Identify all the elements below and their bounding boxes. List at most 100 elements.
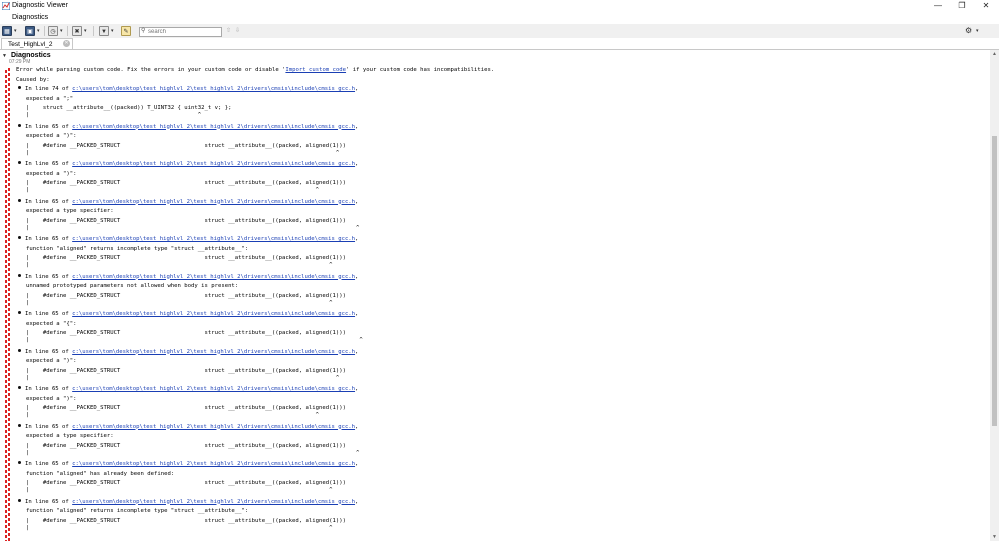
highlight-icon[interactable]: ✎	[121, 26, 131, 36]
code-gutter: |	[26, 299, 43, 306]
caret-line: | ^	[26, 225, 359, 231]
location-suffix: ,	[355, 236, 359, 242]
chevron-down-icon[interactable]: ▾	[84, 27, 87, 35]
vertical-scrollbar[interactable]: ▲ ▼	[990, 50, 999, 541]
code-gutter: |	[26, 337, 43, 343]
file-path-link[interactable]: c:\users\tom\desktop\test_highlvl_2\test…	[72, 124, 355, 130]
scroll-up-icon[interactable]: ▲	[990, 50, 999, 58]
caret-marker: ^	[42, 487, 333, 493]
error-description: function "aligned" returns incomplete ty…	[26, 508, 249, 514]
code-snippet: struct __attribute__((packed)) T_UINT32 …	[42, 105, 232, 111]
file-path-link[interactable]: c:\users\tom\desktop\test_highlvl_2\test…	[72, 386, 355, 392]
file-path-link[interactable]: c:\users\tom\desktop\test_highlvl_2\test…	[72, 161, 355, 167]
code-gutter: |	[26, 367, 43, 374]
chevron-down-icon[interactable]: ▾	[37, 27, 40, 35]
error-location: In line 65 of c:\users\tom\desktop\test_…	[18, 423, 358, 430]
chevron-down-icon[interactable]: ▾	[14, 27, 17, 35]
tab-strip: Test_HighLvl_2 ✕	[0, 38, 999, 50]
previous-match-icon[interactable]: ⇧	[226, 27, 231, 35]
location-suffix: ,	[355, 198, 359, 205]
chevron-down-icon[interactable]: ▼	[2, 53, 7, 59]
location-suffix: ,	[355, 161, 359, 167]
gear-icon[interactable]: ⚙	[965, 26, 972, 36]
message-text: ' if your custom code has incompatibilit…	[346, 67, 495, 73]
code-gutter: |	[26, 105, 43, 111]
chevron-down-icon[interactable]: ▾	[976, 27, 979, 35]
caused-by-label: Caused by:	[16, 77, 50, 83]
file-path-link[interactable]: c:\users\tom\desktop\test_highlvl_2\test…	[72, 424, 355, 430]
file-path-link[interactable]: c:\users\tom\desktop\test_highlvl_2\test…	[72, 499, 355, 505]
filter-icon[interactable]: ▼	[99, 26, 109, 36]
caret-line: | ^	[26, 187, 319, 193]
minimize-button[interactable]: —	[926, 0, 950, 12]
location-prefix: In line 65 of	[25, 236, 73, 242]
code-line: | #define __PACKED_STRUCT struct __attri…	[26, 180, 346, 186]
file-path-link[interactable]: c:\users\tom\desktop\test_highlvl_2\test…	[72, 199, 355, 205]
file-path-link[interactable]: c:\users\tom\desktop\test_highlvl_2\test…	[72, 349, 355, 355]
file-path-link[interactable]: c:\users\tom\desktop\test_highlvl_2\test…	[72, 236, 355, 242]
file-path-link[interactable]: c:\users\tom\desktop\test_highlvl_2\test…	[72, 311, 355, 317]
close-window-button[interactable]: ✕	[974, 0, 998, 12]
next-match-icon[interactable]: ⇩	[235, 27, 240, 35]
bullet-icon	[18, 273, 21, 277]
code-gutter: |	[26, 374, 43, 381]
chevron-down-icon[interactable]: ▾	[111, 27, 114, 35]
bullet-icon	[18, 198, 21, 202]
caret-line: | ^	[26, 487, 332, 493]
location-suffix: ,	[355, 386, 359, 392]
code-line: | #define __PACKED_STRUCT struct __attri…	[26, 443, 346, 449]
code-gutter: |	[26, 187, 43, 193]
location-prefix: In line 65 of	[25, 348, 73, 355]
error-location: In line 74 of c:\users\tom\desktop\test_…	[18, 86, 358, 92]
error-location: In line 65 of c:\users\tom\desktop\test_…	[18, 386, 358, 392]
toolbar-divider	[93, 26, 94, 36]
location-prefix: In line 74 of	[25, 86, 73, 92]
search-input[interactable]	[148, 28, 218, 36]
chevron-down-icon[interactable]: ▾	[60, 27, 63, 35]
code-gutter: |	[26, 412, 43, 418]
import-custom-code-link[interactable]: Import custom code	[285, 67, 346, 73]
location-suffix: ,	[355, 273, 359, 280]
app-icon	[2, 2, 10, 10]
caret-marker: ^	[42, 374, 340, 381]
table-view-icon[interactable]: ▦	[2, 26, 12, 36]
bullet-icon	[18, 86, 21, 89]
code-snippet: #define __PACKED_STRUCT struct __attribu…	[42, 405, 346, 411]
close-icon[interactable]: ✕	[63, 40, 70, 47]
file-path-link[interactable]: c:\users\tom\desktop\test_highlvl_2\test…	[72, 86, 355, 92]
file-path-link[interactable]: c:\users\tom\desktop\test_highlvl_2\test…	[72, 274, 355, 280]
tab-test-highlvl-2[interactable]: Test_HighLvl_2 ✕	[1, 38, 73, 49]
group-timestamp: 07:29 PM	[9, 59, 31, 65]
save-icon[interactable]: ▣	[25, 26, 35, 36]
caret-marker: ^	[42, 412, 319, 418]
scroll-down-icon[interactable]: ▼	[990, 533, 999, 541]
caret-marker: ^	[42, 299, 333, 306]
location-suffix: ,	[355, 348, 359, 355]
error-location: In line 65 of c:\users\tom\desktop\test_…	[18, 498, 358, 505]
code-snippet: #define __PACKED_STRUCT struct __attribu…	[42, 442, 346, 449]
code-gutter: |	[26, 330, 43, 336]
code-snippet: #define __PACKED_STRUCT struct __attribu…	[42, 142, 346, 149]
caret-marker: ^	[42, 112, 202, 118]
error-description: unnamed prototyped parameters not allowe…	[26, 283, 239, 289]
clear-icon[interactable]: ✖	[72, 26, 82, 36]
bullet-icon	[18, 236, 21, 239]
error-location: In line 65 of c:\users\tom\desktop\test_…	[18, 161, 358, 167]
error-location: In line 65 of c:\users\tom\desktop\test_…	[18, 311, 358, 317]
error-marker	[8, 68, 10, 541]
error-description: function "aligned" has already been defi…	[26, 470, 175, 477]
error-location: In line 65 of c:\users\tom\desktop\test_…	[18, 273, 359, 280]
clock-icon[interactable]: ◷	[48, 26, 58, 36]
scrollbar-thumb[interactable]	[992, 136, 997, 426]
caret-marker: ^	[42, 337, 363, 343]
menu-diagnostics[interactable]: Diagnostics	[12, 12, 48, 23]
code-snippet: #define __PACKED_STRUCT struct __attribu…	[42, 292, 346, 299]
location-suffix: ,	[355, 461, 359, 467]
search-box[interactable]: ⚲	[139, 27, 222, 37]
code-snippet: #define __PACKED_STRUCT struct __attribu…	[42, 180, 346, 186]
error-location: In line 65 of c:\users\tom\desktop\test_…	[18, 461, 358, 467]
file-path-link[interactable]: c:\users\tom\desktop\test_highlvl_2\test…	[72, 461, 355, 467]
toolbar-divider	[44, 26, 45, 36]
restore-button[interactable]: ❐	[950, 0, 974, 12]
location-prefix: In line 65 of	[25, 498, 73, 505]
